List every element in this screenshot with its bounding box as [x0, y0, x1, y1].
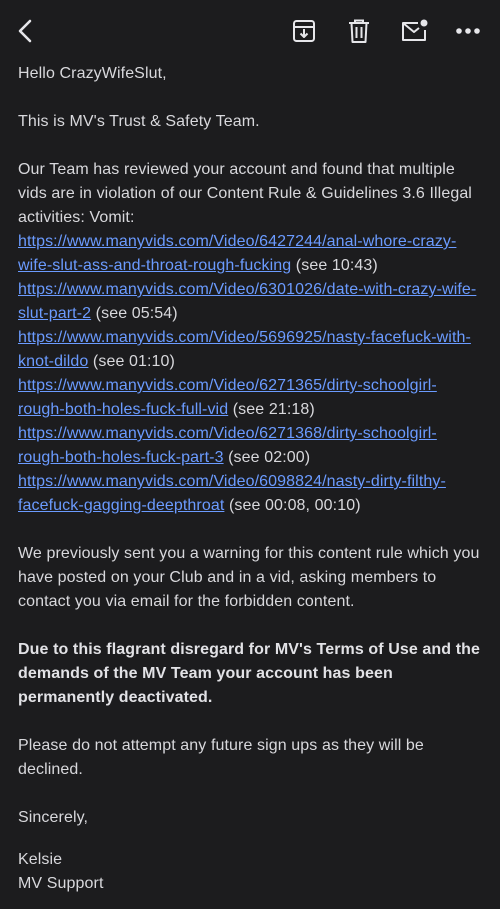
- more-button[interactable]: [451, 14, 485, 48]
- greeting: Hello CrazyWifeSlut,: [18, 65, 167, 82]
- signature-team: MV Support: [18, 875, 104, 892]
- violation-link[interactable]: https://www.manyvids.com/Video/6427244/a…: [18, 233, 456, 274]
- violation-note: (see 05:54): [91, 305, 178, 322]
- violation-note: (see 01:10): [88, 353, 175, 370]
- signup-paragraph: Please do not attempt any future sign up…: [18, 737, 424, 778]
- email-body: Hello CrazyWifeSlut, This is MV's Trust …: [0, 62, 500, 896]
- toolbar: [0, 0, 500, 62]
- chevron-left-icon: [18, 19, 32, 43]
- violation-note: (see 10:43): [291, 257, 378, 274]
- violation-note: (see 00:08, 00:10): [224, 497, 361, 514]
- closing: Sincerely,: [18, 809, 89, 826]
- trash-icon: [349, 19, 369, 43]
- delete-button[interactable]: [342, 14, 376, 48]
- review-paragraph: Our Team has reviewed your account and f…: [18, 158, 482, 518]
- more-icon: [456, 28, 480, 34]
- mark-unread-button[interactable]: [397, 14, 431, 48]
- intro: This is MV's Trust & Safety Team.: [18, 113, 260, 130]
- mail-unread-icon: [402, 19, 428, 41]
- review-text: Our Team has reviewed your account and f…: [18, 161, 472, 226]
- back-button[interactable]: [8, 14, 42, 48]
- signature-name: Kelsie: [18, 851, 63, 868]
- deactivation-notice: Due to this flagrant disregard for MV's …: [18, 641, 481, 706]
- violation-link[interactable]: https://www.manyvids.com/Video/5696925/n…: [18, 329, 471, 370]
- archive-icon: [293, 20, 315, 42]
- violation-note: (see 02:00): [223, 449, 311, 466]
- violation-note: (see 21:18): [228, 401, 315, 418]
- archive-button[interactable]: [287, 14, 321, 48]
- warning-paragraph: We previously sent you a warning for thi…: [18, 545, 480, 610]
- violation-link[interactable]: https://www.manyvids.com/Video/6301026/d…: [18, 281, 476, 322]
